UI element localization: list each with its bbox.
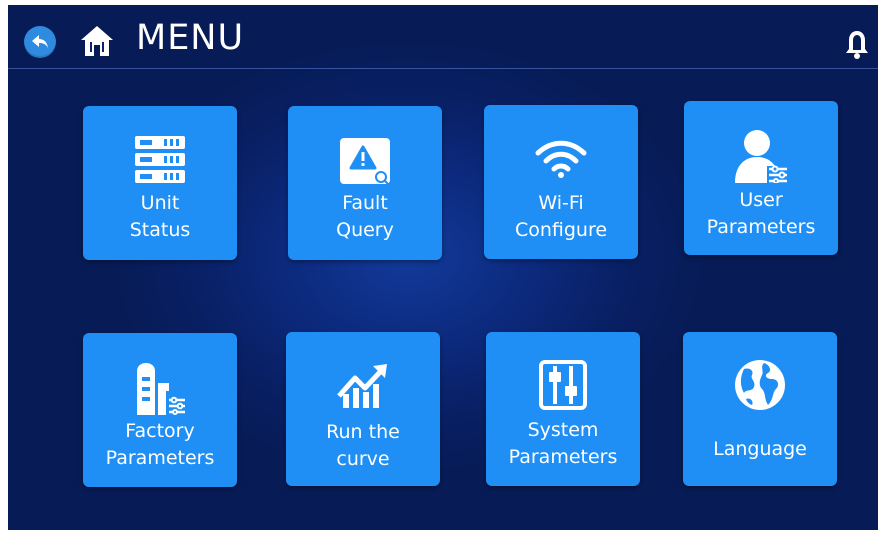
globe-icon xyxy=(735,360,785,410)
bell-icon[interactable] xyxy=(846,29,868,59)
user-parameters-label-2: Parameters xyxy=(706,216,816,238)
warning-search-icon xyxy=(340,138,390,185)
header-divider xyxy=(8,68,878,69)
unit-status-label-1: Unit xyxy=(140,192,180,214)
server-rack-icon xyxy=(135,136,185,183)
language-label: Language xyxy=(713,438,807,460)
system-parameters-label-1: System xyxy=(527,419,599,441)
factory-parameters-label-1: Factory xyxy=(125,420,195,442)
user-parameters-button[interactable]: User Parameters xyxy=(684,101,838,255)
user-settings-icon xyxy=(735,130,787,183)
run-the-curve-button[interactable]: Run the curve xyxy=(286,332,440,486)
page-title: MENU xyxy=(136,18,245,58)
factory-settings-icon xyxy=(137,363,185,415)
user-parameters-label-1: User xyxy=(739,189,783,211)
run-the-curve-label-1: Run the xyxy=(326,421,400,443)
fault-query-label-1: Fault xyxy=(342,192,388,214)
header-bar: MENU xyxy=(8,5,878,69)
wifi-configure-label-2: Configure xyxy=(514,219,608,241)
sliders-icon xyxy=(539,360,587,410)
fault-query-label-2: Query xyxy=(336,219,394,241)
fault-query-button[interactable]: Fault Query xyxy=(288,106,442,260)
factory-parameters-label-2: Parameters xyxy=(105,447,215,469)
wifi-configure-label-1: Wi-Fi xyxy=(538,192,584,214)
unit-status-label-2: Status xyxy=(129,219,191,241)
system-parameters-button[interactable]: System Parameters xyxy=(486,332,640,486)
language-button[interactable]: Language xyxy=(683,332,837,486)
factory-parameters-button[interactable]: Factory Parameters xyxy=(83,333,237,487)
back-button[interactable] xyxy=(24,26,56,58)
back-arrow-icon xyxy=(32,35,48,48)
home-icon[interactable] xyxy=(80,25,114,57)
menu-screen: MENU Unit Status Fault Query Wi-Fi Confi… xyxy=(8,5,878,530)
trend-chart-icon xyxy=(337,364,387,408)
unit-status-button[interactable]: Unit Status xyxy=(83,106,237,260)
wifi-configure-button[interactable]: Wi-Fi Configure xyxy=(484,105,638,259)
run-the-curve-label-2: curve xyxy=(336,448,390,470)
wifi-icon xyxy=(535,140,587,178)
system-parameters-label-2: Parameters xyxy=(508,446,618,468)
